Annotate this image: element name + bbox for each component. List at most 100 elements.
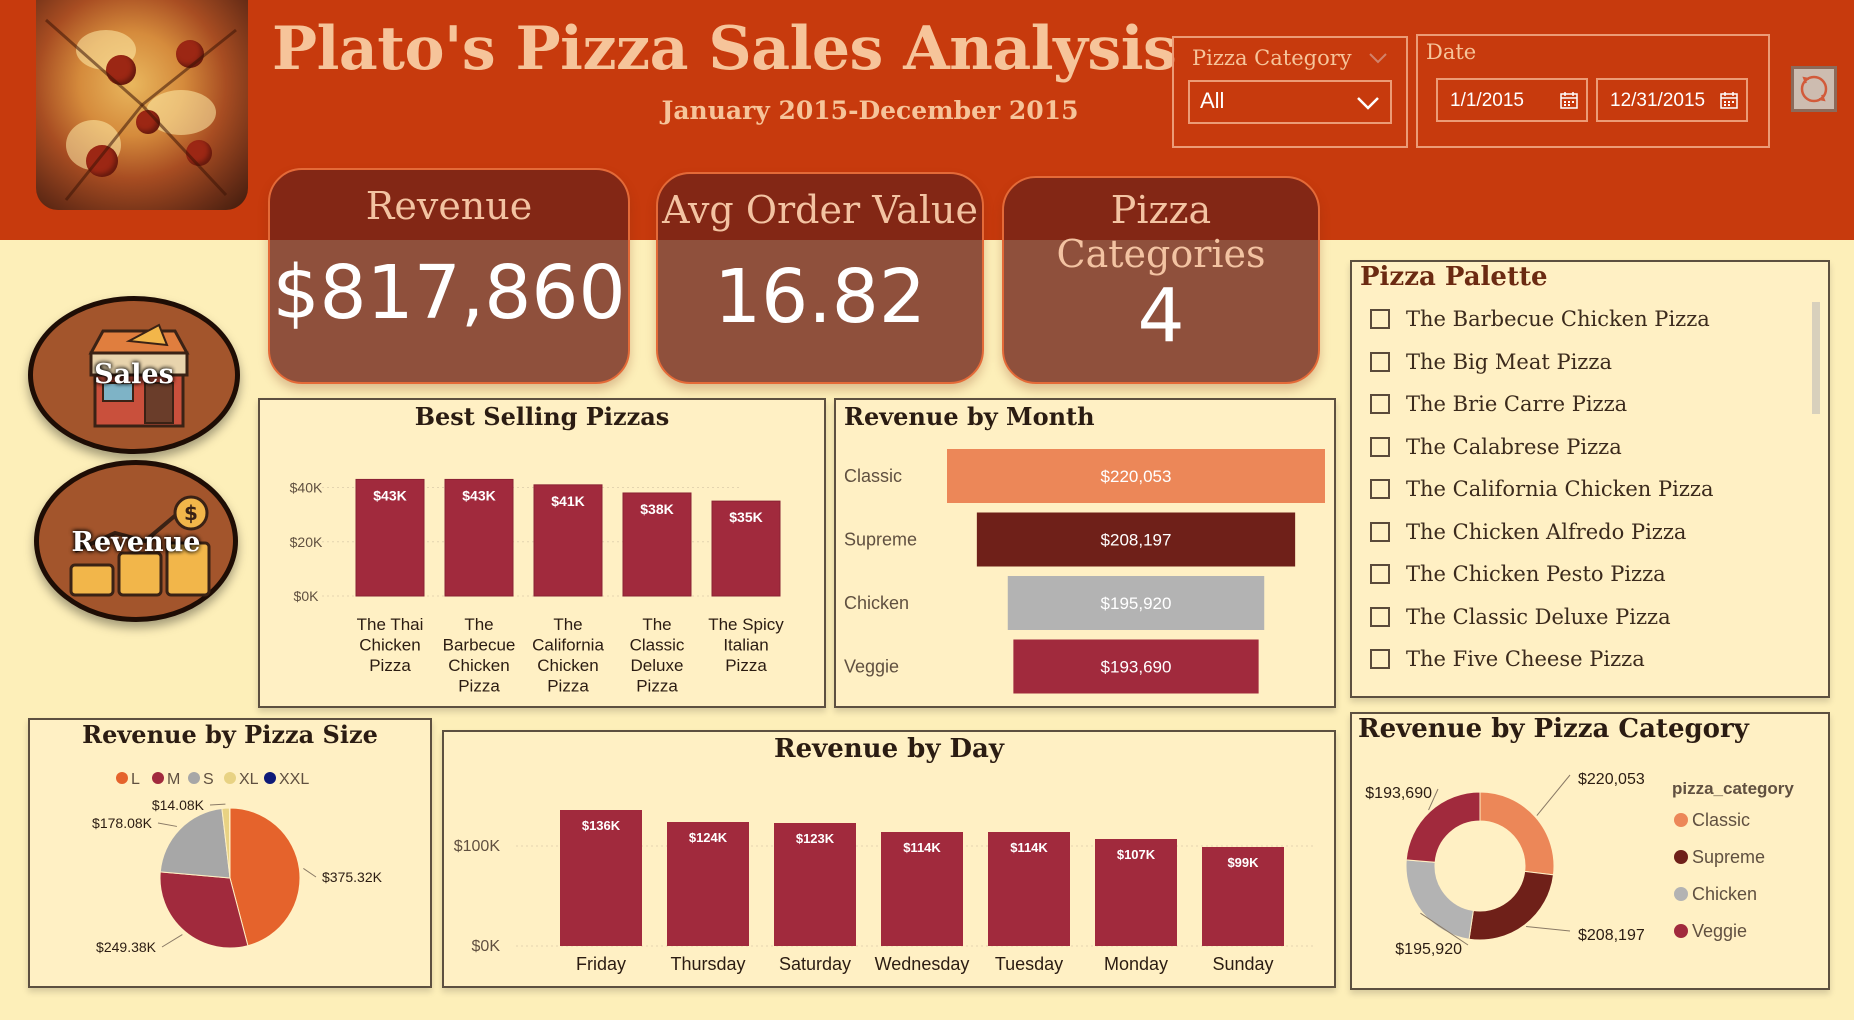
palette-item-label: The Barbecue Chicken Pizza (1406, 307, 1710, 331)
category-slicer-title: Pizza Category (1192, 46, 1352, 70)
x-tick-label: Sunday (1212, 954, 1273, 974)
bar-data-label: $107K (1117, 847, 1156, 862)
checkbox[interactable] (1370, 606, 1390, 627)
revenue-page-button[interactable]: $ Revenue (34, 460, 238, 622)
donut-slice (1468, 870, 1555, 941)
x-tick-label: Italian (723, 636, 768, 655)
leader-line (209, 803, 226, 806)
chevron-down-icon[interactable] (1368, 52, 1388, 64)
legend-marker (264, 772, 276, 784)
palette-item[interactable]: The Chicken Alfredo Pizza (1370, 517, 1686, 547)
bar-data-label: $195,920 (1101, 594, 1172, 613)
page-subtitle: January 2015-December 2015 (661, 96, 1079, 125)
palette-item[interactable]: The Classic Deluxe Pizza (1370, 602, 1671, 632)
legend-marker (1674, 813, 1688, 827)
checkbox[interactable] (1370, 479, 1390, 499)
svg-text:$: $ (184, 501, 198, 525)
palette-item[interactable]: The Calabrese Pizza (1370, 432, 1622, 462)
legend-marker (224, 772, 236, 784)
date-start-input[interactable]: 1/1/2015 (1436, 78, 1588, 122)
checkbox[interactable] (1370, 309, 1390, 329)
checkbox[interactable] (1370, 351, 1390, 372)
legend-marker (116, 772, 128, 784)
x-tick-label: Thursday (670, 954, 745, 974)
revenue-by-month-panel: Revenue by Month Classic $220,053 Supreme $… (834, 398, 1336, 708)
legend-marker (1674, 887, 1688, 901)
palette-item-label: The Brie Carre Pizza (1406, 392, 1628, 416)
x-tick-label: Pizza (369, 656, 411, 675)
kpi-revenue-card: Revenue $817,860 (268, 168, 630, 384)
checkbox[interactable] (1370, 521, 1390, 542)
bar-data-label: $193,690 (1101, 658, 1172, 677)
palette-item[interactable]: The Barbecue Chicken Pizza (1370, 304, 1710, 334)
legend-title: pizza_category (1672, 779, 1794, 798)
slice-data-label: $178.08K (92, 815, 153, 831)
legend-label: XL (239, 771, 259, 788)
slice-data-label: $195,920 (1395, 941, 1462, 958)
kpi-aov-card: Avg Order Value 16.82 (656, 172, 984, 384)
page-title: Plato's Pizza Sales Analysis (272, 14, 1177, 84)
slice-data-label: $193,690 (1365, 785, 1432, 802)
bar-data-label: $43K (373, 487, 406, 503)
bar-data-label: $220,053 (1101, 467, 1172, 486)
palette-item[interactable]: The Five Cheese Pizza (1370, 644, 1645, 674)
x-tick-label: The (642, 615, 671, 634)
category-label: Classic (844, 466, 902, 486)
calendar-icon[interactable] (1720, 91, 1738, 109)
palette-item-label: The California Chicken Pizza (1406, 477, 1714, 501)
revenue-by-day-chart: $0K $100K $136K Friday $124K Thursday $123K Sat… (454, 810, 1314, 974)
x-tick-label: Pizza (458, 677, 500, 696)
legend-label: L (131, 771, 140, 788)
leader-line (303, 868, 317, 878)
bar-data-label: $114K (1010, 840, 1048, 855)
legend-label: Veggie (1692, 921, 1747, 941)
revenue-by-category-panel: Revenue by Pizza Category $220,053 $208,1… (1350, 712, 1830, 990)
date-end-input[interactable]: 12/31/2015 (1596, 78, 1748, 122)
palette-item[interactable]: The California Chicken Pizza (1370, 474, 1713, 504)
date-slicer: Date 1/1/2015 12/31/2015 (1416, 34, 1770, 148)
best-selling-chart: $0K$20K$40K $43KThe ThaiChickenPizza$43KT… (290, 478, 784, 696)
palette-item[interactable]: The Brie Carre Pizza (1370, 389, 1627, 419)
calendar-icon[interactable] (1560, 91, 1578, 109)
y-tick-label: $100K (454, 838, 501, 855)
checkbox[interactable] (1370, 564, 1390, 584)
chevron-down-icon (1357, 97, 1379, 110)
best-selling-chart-panel: Best Selling Pizzas $0K $20K $40K $43K The T… (258, 398, 826, 708)
x-tick-label: Tuesday (995, 954, 1063, 974)
sales-page-button[interactable]: Sales (28, 296, 240, 454)
donut-slice (1479, 791, 1555, 876)
checkbox[interactable] (1370, 394, 1390, 414)
kpi-categories-value: 4 (1137, 273, 1185, 359)
legend-label: S (203, 771, 214, 788)
pizza-palette-title: Pizza Palette (1360, 262, 1548, 292)
slice-data-label: $14.08K (152, 797, 205, 813)
y-tick-label: $0K (472, 938, 501, 955)
x-tick-label: Monday (1104, 954, 1168, 974)
reset-filters-button[interactable] (1791, 66, 1837, 112)
bar-data-label: $136K (582, 818, 621, 833)
checkbox[interactable] (1370, 649, 1390, 669)
palette-item-label: The Classic Deluxe Pizza (1406, 604, 1671, 629)
palette-item[interactable]: The Big Meat Pizza (1370, 347, 1612, 377)
x-tick-label: Barbecue (443, 636, 516, 655)
bar-data-label: $99K (1227, 855, 1259, 870)
leader-line (157, 822, 178, 827)
category-dropdown[interactable]: All (1188, 80, 1392, 124)
leader-line (1526, 925, 1571, 932)
donut-slice (1405, 859, 1474, 940)
checkbox[interactable] (1370, 436, 1390, 457)
revenue-by-day-panel: Revenue by Day $0K $100K $136K Friday $124K T… (442, 730, 1336, 988)
bar-data-label: $208,197 (1101, 531, 1172, 550)
x-tick-label: Deluxe (631, 656, 684, 675)
palette-item[interactable]: The Chicken Pesto Pizza (1370, 559, 1666, 589)
palette-scrollbar[interactable] (1812, 302, 1820, 414)
date-end-value: 12/31/2015 (1610, 90, 1706, 111)
legend-label: XXL (279, 771, 309, 788)
x-tick-label: The (464, 615, 493, 634)
legend-label: M (167, 771, 180, 788)
palette-item-label: The Chicken Pesto Pizza (1406, 562, 1666, 586)
pizza-palette-panel: Pizza Palette The Barbecue Chicken Pizza… (1350, 260, 1830, 698)
kpi-categories-label: Pizza Categories (1056, 188, 1266, 276)
y-tick-label: $40K (290, 480, 323, 496)
revenue-by-size-chart: L M S XL XXL $375.32K $249.38K $178.08K $14.08K (92, 771, 383, 955)
